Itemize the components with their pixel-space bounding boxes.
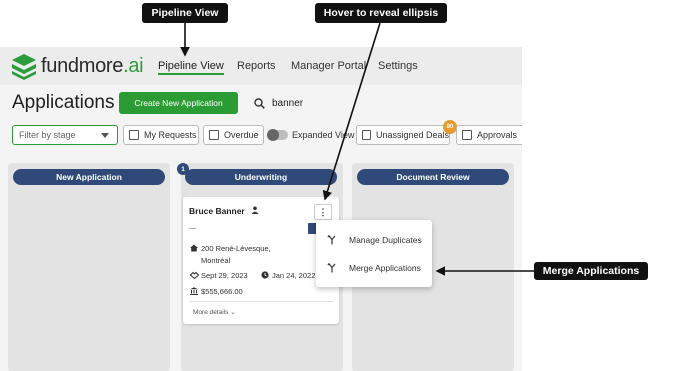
bank-icon <box>190 287 198 295</box>
overdue-filter[interactable]: Overdue <box>203 125 264 145</box>
divider <box>189 301 333 302</box>
card-context-menu: Manage Duplicates Merge Applications <box>316 220 432 287</box>
menu-item-merge-applications[interactable]: Merge Applications <box>316 256 432 280</box>
applicant-name: Bruce Banner <box>189 206 245 216</box>
nav-manager-portal[interactable]: Manager Portal <box>291 47 366 85</box>
expanded-view-label: Expanded View <box>292 130 355 140</box>
top-nav-bar: fundmore.ai Pipeline View Reports Manage… <box>0 47 522 85</box>
checkbox[interactable] <box>129 130 139 140</box>
merge-icon <box>327 263 336 273</box>
annotation-merge-applications: Merge Applications <box>534 262 648 280</box>
nav-reports[interactable]: Reports <box>237 47 276 85</box>
menu-item-manage-duplicates[interactable]: Manage Duplicates <box>316 228 432 252</box>
more-details-link[interactable]: More details ⌄ <box>193 308 236 316</box>
expanded-view-toggle[interactable]: Expanded View <box>267 125 355 145</box>
page-title: Applications <box>12 92 115 113</box>
chevron-down-icon <box>101 133 109 138</box>
annotation-pipeline-view: Pipeline View <box>142 3 228 23</box>
home-icon <box>190 244 198 252</box>
approvals-label: Approvals <box>477 130 518 140</box>
closing-date: Jan 24, 2022 <box>272 271 316 280</box>
annotation-hover-ellipsis: Hover to reveal ellipsis <box>315 3 447 23</box>
logo-mark-icon <box>12 54 36 80</box>
clock-icon <box>261 271 269 279</box>
checkbox[interactable] <box>209 130 219 140</box>
address-line-2: Montréal <box>201 256 231 265</box>
checkbox[interactable] <box>362 130 371 140</box>
nav-pipeline-view[interactable]: Pipeline View <box>158 47 224 85</box>
card-subtitle: — <box>189 225 196 232</box>
person-icon <box>251 206 259 214</box>
loan-amount: $555,666.00 <box>201 287 243 296</box>
my-requests-label: My Requests <box>144 130 197 140</box>
merge-icon <box>327 235 336 245</box>
approvals-filter[interactable]: Approvals <box>456 125 522 145</box>
column-header-new-application: New Application <box>13 169 165 185</box>
column-header-underwriting: Underwriting <box>185 169 337 185</box>
unassigned-deals-label: Unassigned Deals <box>375 130 449 140</box>
funding-date: Sept 29, 2023 <box>201 271 248 280</box>
unassigned-count-badge: 80 <box>443 120 457 134</box>
menu-item-label: Manage Duplicates <box>349 235 422 245</box>
chevron-down-icon: ⌄ <box>230 309 236 316</box>
stage-filter-select[interactable]: Filter by stage <box>12 125 118 145</box>
menu-item-label: Merge Applications <box>349 263 421 273</box>
search-icon <box>254 97 265 109</box>
ellipsis-menu-button[interactable]: ⋮ <box>314 204 332 220</box>
stage-filter-placeholder: Filter by stage <box>19 130 76 140</box>
address-line-1: 200 René-Lévesque, <box>201 244 271 253</box>
search-value: banner <box>272 97 304 109</box>
toggle-switch[interactable] <box>267 129 288 141</box>
column-header-document-review: Document Review <box>357 169 509 185</box>
toggle-knob <box>267 129 279 141</box>
create-application-button[interactable]: Create New Application <box>119 92 238 114</box>
logo[interactable]: fundmore.ai <box>10 51 144 81</box>
overdue-label: Overdue <box>224 130 259 140</box>
my-requests-filter[interactable]: My Requests <box>123 125 199 145</box>
column-new-application <box>8 163 170 371</box>
screen: fundmore.ai Pipeline View Reports Manage… <box>0 0 688 371</box>
search-input[interactable]: banner <box>254 92 522 114</box>
handshake-icon <box>190 271 199 279</box>
unassigned-deals-filter[interactable]: Unassigned Deals <box>356 125 450 145</box>
logo-text: fundmore.ai <box>41 54 144 77</box>
checkbox[interactable] <box>462 130 472 140</box>
nav-settings[interactable]: Settings <box>378 47 418 85</box>
column-count-badge: 1 <box>177 163 189 175</box>
more-details-label: More details <box>193 309 229 316</box>
